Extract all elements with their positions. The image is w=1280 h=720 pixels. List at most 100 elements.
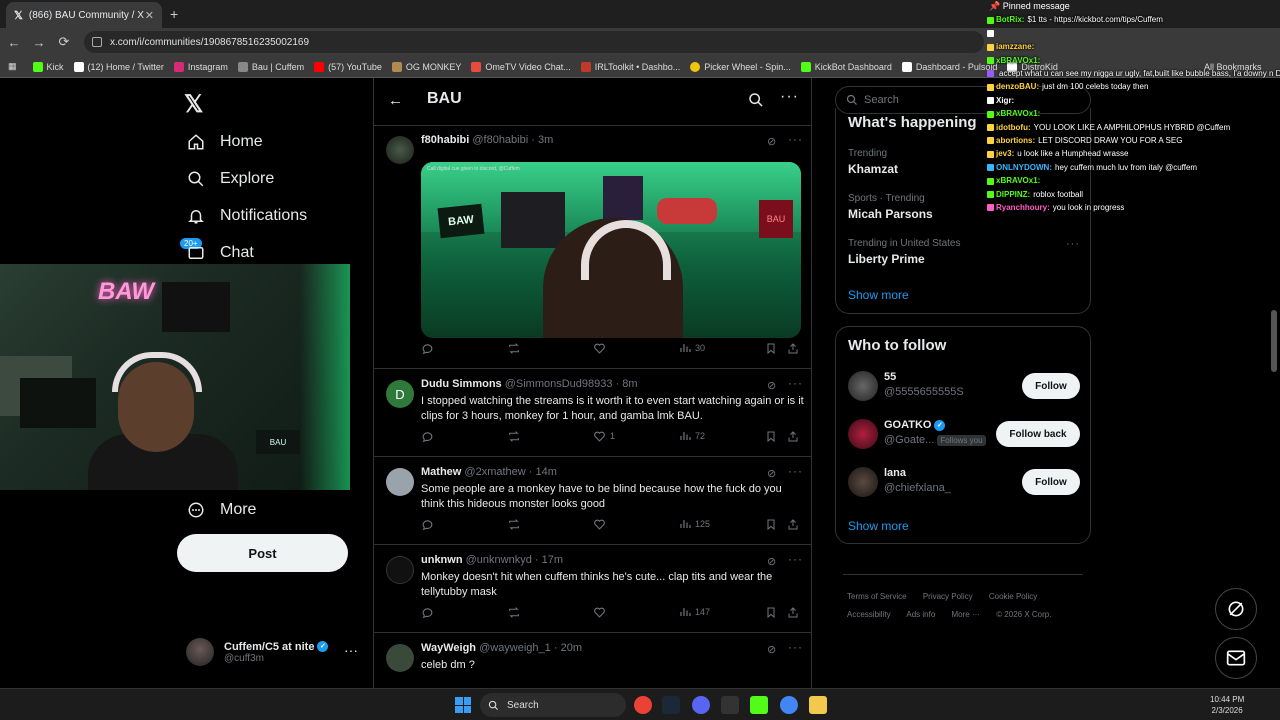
grok-button[interactable]	[1215, 588, 1257, 630]
post-image[interactable]: Call digital cue given to discord, @Cuff…	[421, 162, 801, 338]
discord-icon[interactable]	[692, 696, 710, 714]
post-more-icon[interactable]: ···	[788, 640, 803, 654]
x-logo-icon[interactable]: 𝕏	[184, 90, 203, 119]
post-time[interactable]: · 20m	[554, 642, 582, 654]
bookmark-item[interactable]: Instagram	[173, 61, 228, 72]
nav-explore[interactable]: Explore	[186, 169, 274, 189]
show-more-link[interactable]: Show more	[848, 519, 909, 533]
post-author-handle[interactable]: @2xmathew	[464, 466, 525, 478]
taskbar-search[interactable]: Search	[480, 693, 626, 717]
more-dots-icon[interactable]: ···	[344, 642, 358, 658]
post[interactable]: unknwn @unknwnkyd · 17m ⊘ ··· Monkey doe…	[374, 546, 811, 633]
bookmark-item[interactable]: IRLToolkit • Dashbo...	[580, 61, 680, 72]
repost-button[interactable]	[507, 342, 525, 355]
grok-icon[interactable]: ⊘	[767, 555, 776, 568]
grok-icon[interactable]: ⊘	[767, 135, 776, 148]
post-author-handle[interactable]: @SimmonsDud98933	[505, 378, 613, 390]
like-button[interactable]	[593, 606, 610, 619]
url-input[interactable]: x.com/i/communities/1908678516235002169	[84, 31, 984, 53]
follow-suggestion[interactable]: 55 @5555655555S Follow	[848, 371, 1080, 407]
reply-button[interactable]	[421, 518, 438, 531]
avatar[interactable]	[386, 468, 414, 496]
post-more-icon[interactable]: ···	[788, 376, 803, 390]
follow-suggestion[interactable]: GOATKO ✓ @Goate... Follows you Follow back	[848, 419, 1080, 455]
footer-link[interactable]: Terms of Service	[847, 592, 907, 601]
reply-button[interactable]	[421, 606, 438, 619]
trend-item[interactable]: Trending Khamzat	[848, 148, 898, 176]
footer-link[interactable]: Ads info	[906, 610, 935, 619]
messages-button[interactable]	[1215, 637, 1257, 679]
views-button[interactable]: 72	[679, 430, 705, 442]
post[interactable]: Mathew @2xmathew · 14m ⊘ ··· Some people…	[374, 458, 811, 545]
avatar[interactable]	[848, 419, 878, 449]
trend-item[interactable]: Trending in United States Liberty Prime	[848, 238, 960, 266]
post[interactable]: D Dudu Simmons @SimmonsDud98933 · 8m ⊘ ·…	[374, 370, 811, 457]
post-time[interactable]: · 14m	[529, 466, 557, 478]
chrome-active-icon[interactable]	[780, 696, 798, 714]
bookmark-item[interactable]: OmeTV Video Chat...	[471, 61, 571, 72]
tab-close-icon[interactable]: ✕	[145, 9, 154, 22]
new-tab-icon[interactable]: +	[170, 6, 178, 22]
search-icon[interactable]	[748, 92, 764, 113]
avatar[interactable]	[848, 371, 878, 401]
reply-button[interactable]	[421, 430, 438, 443]
site-info-icon[interactable]	[92, 37, 102, 47]
share-button[interactable]	[787, 606, 803, 619]
bookmark-item[interactable]: Picker Wheel - Spin...	[690, 61, 791, 72]
post-time[interactable]: · 17m	[535, 554, 563, 566]
post-author-name[interactable]: WayWeigh	[421, 642, 476, 654]
views-button[interactable]: 147	[679, 606, 710, 618]
post-author-name[interactable]: Dudu Simmons	[421, 378, 502, 390]
post-button[interactable]: Post	[177, 534, 348, 572]
bookmark-item[interactable]: KickBot Dashboard	[800, 61, 892, 72]
obs-icon[interactable]	[721, 696, 739, 714]
like-button[interactable]: 1	[593, 430, 615, 443]
footer-link[interactable]: Accessibility	[847, 610, 891, 619]
bookmark-item[interactable]: Dashboard - Pulsoid	[901, 61, 997, 72]
bookmark-item[interactable]: (57) YouTube	[314, 61, 382, 72]
post-author-name[interactable]: f80habibi	[421, 134, 469, 146]
post-author-handle[interactable]: @wayweigh_1	[479, 642, 551, 654]
post-more-icon[interactable]: ···	[788, 132, 803, 146]
back-nav-icon[interactable]: ←	[3, 35, 25, 50]
nav-chat[interactable]: Chat	[186, 243, 254, 263]
bookmark-item[interactable]: Kick	[32, 61, 64, 72]
avatar[interactable]	[386, 136, 414, 164]
more-dots-icon[interactable]: ···	[780, 88, 799, 106]
nav-more[interactable]: More	[186, 500, 256, 520]
trend-item[interactable]: Sports · Trending Micah Parsons	[848, 193, 933, 221]
steam-icon[interactable]	[662, 696, 680, 714]
bookmark-button[interactable]	[765, 430, 781, 443]
share-button[interactable]	[787, 518, 803, 531]
avatar[interactable]	[386, 644, 414, 672]
post[interactable]: f80habibi @f80habibi · 3m ⊘ ··· Call dig…	[374, 126, 811, 369]
post-author-handle[interactable]: @unknwnkyd	[466, 554, 532, 566]
back-arrow-icon[interactable]: ←	[388, 92, 403, 109]
grok-icon[interactable]: ⊘	[767, 379, 776, 392]
footer-link[interactable]: Cookie Policy	[989, 592, 1037, 601]
apps-icon[interactable]: ▦	[8, 61, 17, 72]
avatar[interactable]	[848, 467, 878, 497]
follow-back-button[interactable]: Follow back	[996, 421, 1080, 447]
like-button[interactable]	[593, 342, 610, 355]
nav-home[interactable]: Home	[186, 132, 263, 152]
reply-button[interactable]	[421, 342, 438, 355]
share-button[interactable]	[787, 342, 803, 355]
post-more-icon[interactable]: ···	[788, 464, 803, 478]
repost-button[interactable]	[507, 606, 525, 619]
repost-button[interactable]	[507, 518, 525, 531]
avatar[interactable]	[386, 556, 414, 584]
views-button[interactable]: 125	[679, 518, 710, 530]
grok-icon[interactable]: ⊘	[767, 467, 776, 480]
bookmark-item[interactable]: OG MONKEY	[391, 61, 461, 72]
post-time[interactable]: · 3m	[531, 134, 553, 146]
footer-link[interactable]: Privacy Policy	[923, 592, 973, 601]
reload-icon[interactable]: ⟳	[53, 34, 75, 50]
page-scrollbar[interactable]	[1271, 310, 1277, 372]
repost-button[interactable]	[507, 430, 525, 443]
windows-start-icon[interactable]	[455, 697, 471, 713]
post-time[interactable]: · 8m	[616, 378, 638, 390]
post[interactable]: WayWeigh @wayweigh_1 · 20m ⊘ ··· celeb d…	[374, 634, 811, 688]
file-explorer-icon[interactable]	[809, 696, 827, 714]
trend-more-icon[interactable]: ···	[1066, 238, 1080, 250]
